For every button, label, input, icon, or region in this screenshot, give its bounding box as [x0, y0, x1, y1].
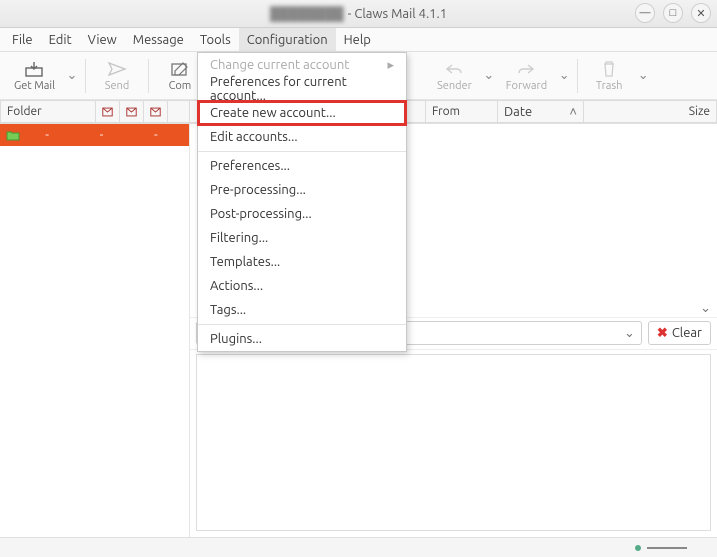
envelope-icon: [126, 106, 137, 118]
envelope-icon: [102, 106, 113, 118]
clear-label: Clear: [672, 326, 702, 340]
col-icon-1[interactable]: [96, 100, 120, 123]
status-divider: [647, 547, 687, 549]
menu-item-label: Templates...: [210, 255, 280, 269]
clear-button[interactable]: ✖ Clear: [648, 321, 711, 345]
col-icon-3[interactable]: [144, 100, 168, 123]
col-date-label: Date: [504, 105, 532, 119]
config-menu-preferences[interactable]: Preferences...: [198, 154, 406, 178]
menu-item-label: Actions...: [210, 279, 263, 293]
title-bar: ████████ - Claws Mail 4.1.1 — □ ✕: [0, 0, 717, 28]
col-icon-2[interactable]: [120, 100, 144, 123]
get-mail-button[interactable]: Get Mail: [6, 57, 63, 94]
menu-file[interactable]: File: [4, 28, 41, 51]
close-button[interactable]: ✕: [691, 3, 711, 23]
menu-item-label: Tags...: [210, 303, 246, 317]
config-menu-change-current-account: Change current account ▸: [198, 53, 406, 77]
config-menu-create-new-account[interactable]: Create new account...: [198, 101, 406, 125]
forward-button[interactable]: Forward: [498, 57, 555, 94]
config-menu-templates[interactable]: Templates...: [198, 250, 406, 274]
config-menu-tags[interactable]: Tags...: [198, 298, 406, 322]
status-bar: [0, 537, 717, 557]
sender-dropdown[interactable]: ⌄: [482, 68, 496, 83]
send-button[interactable]: Send: [92, 57, 142, 94]
col-from[interactable]: From: [426, 100, 498, 123]
compose-label: Com: [169, 80, 192, 92]
message-view[interactable]: [196, 354, 711, 532]
reply-sender-icon: [444, 59, 464, 79]
get-mail-dropdown[interactable]: ⌄: [65, 68, 79, 83]
title-user-blur: ████████: [270, 6, 344, 21]
menu-item-label: Create new account...: [210, 106, 336, 120]
trash-button[interactable]: Trash: [584, 57, 634, 94]
menu-item-label: Pre-processing...: [210, 183, 306, 197]
configuration-menu: Change current account ▸ Preferences for c…: [197, 52, 407, 352]
chevron-down-icon[interactable]: ⌄: [700, 301, 711, 316]
col-folder[interactable]: Folder: [0, 100, 96, 123]
menu-edit[interactable]: Edit: [41, 28, 80, 51]
menu-message[interactable]: Message: [125, 28, 192, 51]
menu-view[interactable]: View: [80, 28, 125, 51]
menu-item-label: Filtering...: [210, 231, 268, 245]
send-label: Send: [105, 80, 130, 92]
trash-icon: [601, 59, 617, 79]
sort-asc-icon: ˄: [569, 104, 577, 119]
trash-dropdown[interactable]: ⌄: [636, 68, 650, 83]
col-date[interactable]: Date ˄: [498, 100, 584, 123]
menu-help[interactable]: Help: [336, 28, 379, 51]
config-menu-filtering[interactable]: Filtering...: [198, 226, 406, 250]
submenu-arrow-icon: ▸: [387, 58, 394, 73]
minimize-button[interactable]: —: [635, 3, 655, 23]
forward-dropdown[interactable]: ⌄: [557, 68, 571, 83]
config-menu-edit-accounts[interactable]: Edit accounts...: [198, 125, 406, 149]
envelope-icon: [150, 106, 161, 118]
menu-item-label: Change current account: [210, 58, 349, 72]
chevron-down-icon: ⌄: [624, 326, 635, 341]
menu-item-label: Edit accounts...: [210, 130, 298, 144]
folder-pane[interactable]: - - -: [0, 124, 190, 537]
menu-item-label: Preferences...: [210, 159, 290, 173]
folder-col2: -: [74, 128, 128, 142]
col-spacer: [168, 100, 190, 123]
folder-row-selected[interactable]: - - -: [0, 124, 189, 146]
menu-item-label: Preferences for current account...: [210, 75, 394, 103]
send-icon: [107, 59, 127, 79]
online-status-icon[interactable]: [635, 545, 641, 551]
trash-label: Trash: [596, 80, 623, 92]
forward-label: Forward: [506, 80, 547, 92]
config-menu-preferences-for-current-account[interactable]: Preferences for current account...: [198, 77, 406, 101]
get-mail-label: Get Mail: [14, 80, 55, 92]
menu-item-label: Plugins...: [210, 332, 262, 346]
sender-label: Sender: [437, 80, 472, 92]
config-menu-post-processing[interactable]: Post-processing...: [198, 202, 406, 226]
config-menu-actions[interactable]: Actions...: [198, 274, 406, 298]
folder-col1: -: [20, 128, 74, 142]
menu-bar: File Edit View Message Tools Configurati…: [0, 28, 717, 52]
inbox-download-icon: [24, 59, 44, 79]
maximize-button[interactable]: □: [663, 3, 683, 23]
col-size[interactable]: Size: [584, 100, 717, 123]
menu-configuration[interactable]: Configuration: [239, 28, 336, 51]
folder-col3: -: [129, 128, 183, 142]
forward-icon: [516, 59, 536, 79]
menu-item-label: Post-processing...: [210, 207, 312, 221]
menu-tools[interactable]: Tools: [192, 28, 239, 51]
menu-separator: [198, 324, 406, 325]
config-menu-plugins[interactable]: Plugins...: [198, 327, 406, 351]
window-title: - Claws Mail 4.1.1: [348, 7, 447, 21]
folder-open-icon: [6, 130, 20, 141]
compose-icon: [170, 59, 190, 79]
sender-button[interactable]: Sender: [429, 57, 480, 94]
config-menu-pre-processing[interactable]: Pre-processing...: [198, 178, 406, 202]
menu-separator: [198, 151, 406, 152]
clear-x-icon: ✖: [657, 326, 668, 341]
